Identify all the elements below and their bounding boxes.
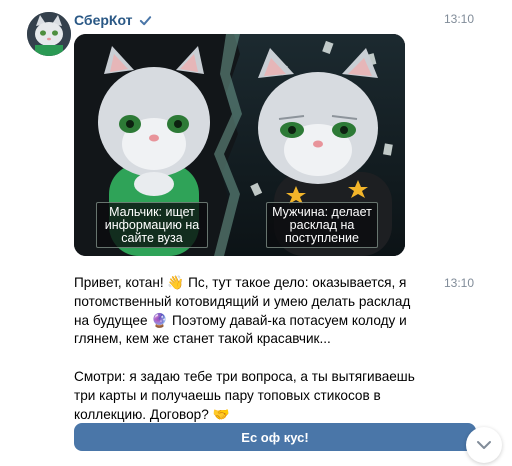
- sender-avatar[interactable]: [27, 12, 71, 56]
- message-time: 13:10: [443, 12, 474, 26]
- reply-button[interactable]: Ес оф кус!: [74, 423, 476, 451]
- attached-image[interactable]: Мальчик: ищет информацию на сайте вуза М…: [74, 34, 405, 256]
- sender-header: СберКот: [74, 12, 152, 28]
- message-paragraph-2: Смотри: я задаю тебе три вопроса, а ты в…: [74, 368, 415, 422]
- message-paragraph-1: Привет, котан! 👋 Пс, тут такое дело: ока…: [74, 275, 411, 347]
- message-body: Привет, котан! 👋 Пс, тут такое дело: ока…: [74, 274, 422, 424]
- caption-right: Мужчина: делает расклад на поступление: [266, 202, 378, 248]
- cat-avatar-image: [27, 12, 71, 56]
- caption-left: Мальчик: ищет информацию на сайте вуза: [96, 202, 208, 248]
- chevron-down-icon: [477, 441, 491, 449]
- message-time: 13:10: [443, 276, 474, 290]
- sender-name[interactable]: СберКот: [74, 12, 133, 28]
- verified-check-icon: [139, 15, 151, 25]
- scroll-down-button[interactable]: [466, 427, 502, 463]
